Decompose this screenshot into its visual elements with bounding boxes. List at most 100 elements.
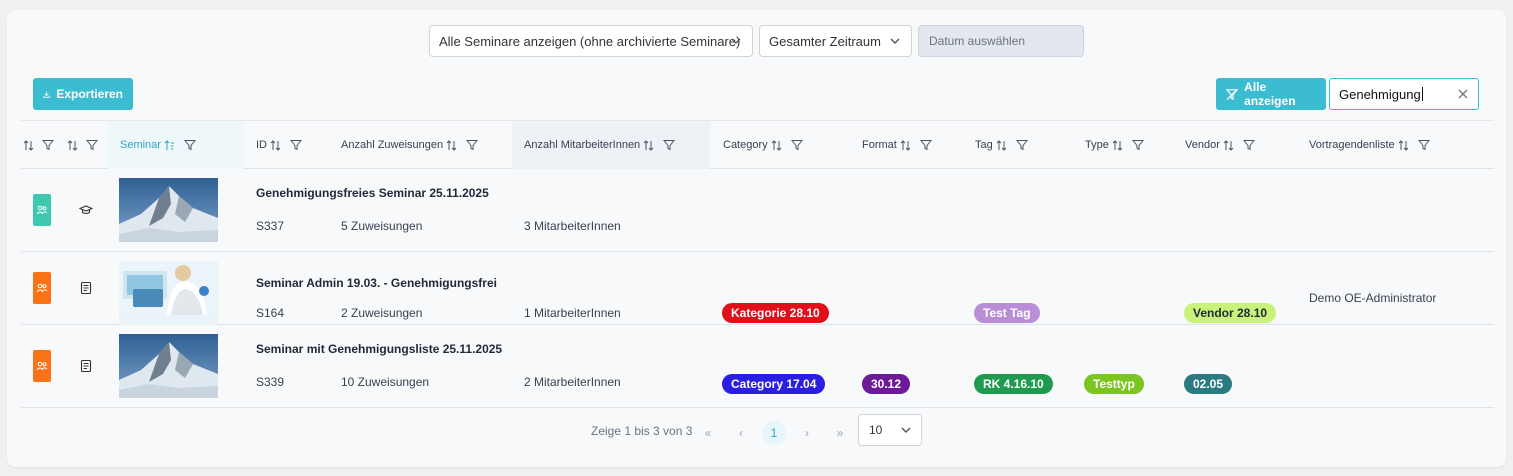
vendor-column-label: Vendor [1185, 139, 1220, 151]
status-indicator [33, 194, 51, 226]
format-column-header[interactable]: Format [862, 121, 932, 169]
seminar-image[interactable] [119, 334, 218, 398]
filter-icon[interactable] [919, 139, 932, 151]
filter-clear-icon [1226, 88, 1239, 100]
person-laptop-image [119, 261, 218, 315]
seminar-image[interactable] [119, 178, 218, 242]
search-input[interactable]: Genehmigung [1329, 78, 1479, 110]
table-row[interactable]: Seminar mit Genehmigungsliste 25.11.2025… [21, 325, 1494, 408]
users-icon [36, 283, 48, 293]
sort-icon[interactable] [446, 139, 457, 151]
seminar-image[interactable] [119, 261, 218, 325]
text-caret [1421, 87, 1423, 101]
sort-icon[interactable] [270, 139, 281, 151]
seminar-title[interactable]: Genehmigungsfreies Seminar 25.11.2025 [256, 186, 489, 200]
category-column-label: Category [723, 139, 768, 151]
vendor-column-header[interactable]: Vendor [1185, 121, 1255, 169]
format-badge[interactable]: 30.12 [862, 374, 911, 394]
type-column-header[interactable]: Type [1085, 121, 1144, 169]
assignments-count: 5 Zuweisungen [341, 219, 423, 233]
document-icon [80, 281, 92, 295]
seminar-filter-value: Alle Seminare anzeigen (ohne archivierte… [439, 33, 741, 49]
type-badge[interactable]: Testtyp [1084, 374, 1144, 394]
table-row[interactable]: Seminar Admin 19.03. - Genehmigungsfrei … [21, 252, 1494, 325]
type-icon-column-header[interactable] [67, 121, 107, 169]
seminar-list-card: Alle Seminare anzeigen (ohne archivierte… [7, 10, 1506, 467]
tag-column-header[interactable]: Tag [975, 121, 1028, 169]
employees-count: 1 MitarbeiterInnen [524, 306, 621, 320]
date-picker-input[interactable]: Datum auswählen [918, 25, 1084, 57]
prev-page-button[interactable]: ‹ [729, 421, 753, 445]
sort-icon[interactable] [67, 139, 78, 151]
status-column-header[interactable] [23, 121, 63, 169]
vendor-badge[interactable]: Vendor 28.10 [1184, 303, 1277, 323]
close-icon[interactable] [1456, 87, 1470, 101]
speakers-column-label: Vortragendenliste [1309, 139, 1395, 151]
last-page-button[interactable]: » [828, 421, 852, 445]
seminar-title[interactable]: Seminar Admin 19.03. - Genehmigungsfrei [256, 276, 497, 290]
chevron-down-icon [731, 38, 741, 44]
show-all-button[interactable]: Alle anzeigen [1216, 78, 1326, 110]
filter-icon[interactable] [183, 139, 196, 151]
speakers-column-header[interactable]: Vortragendenliste [1309, 121, 1430, 169]
format-column-label: Format [862, 139, 897, 151]
date-placeholder: Datum auswählen [929, 34, 1026, 48]
tag-badge[interactable]: Test Tag [974, 303, 1040, 323]
category-badge[interactable]: Kategorie 28.10 [722, 303, 829, 323]
sort-icon[interactable] [1112, 139, 1123, 151]
status-indicator [33, 272, 51, 304]
sort-icon[interactable] [643, 139, 654, 151]
filter-icon[interactable] [42, 139, 54, 151]
vendor-badge[interactable]: 02.05 [1184, 374, 1233, 394]
seminar-id: S337 [256, 219, 285, 233]
sort-icon[interactable] [771, 139, 782, 151]
sort-icon[interactable] [23, 139, 34, 151]
filter-icon[interactable] [1131, 139, 1144, 151]
table-row[interactable]: Genehmigungsfreies Seminar 25.11.2025 S3… [21, 169, 1494, 252]
assignments-column-header[interactable]: Anzahl Zuweisungen [341, 121, 479, 169]
chevron-down-icon [901, 427, 911, 433]
show-all-label: Alle anzeigen [1244, 80, 1296, 108]
status-indicator [33, 350, 51, 382]
filter-icon[interactable] [663, 139, 676, 151]
employees-column-header[interactable]: Anzahl MitarbeiterInnen [512, 121, 710, 169]
category-column-header[interactable]: Category [723, 121, 803, 169]
page-size-select[interactable]: 10 [858, 414, 922, 446]
graduation-cap-icon [79, 205, 93, 215]
category-badge[interactable]: Category 17.04 [722, 374, 826, 394]
search-value: Genehmigung [1339, 86, 1421, 102]
filter-icon[interactable] [1242, 139, 1255, 151]
period-filter-value: Gesamter Zeitraum [769, 33, 881, 49]
sort-icon[interactable] [900, 139, 911, 151]
filter-icon[interactable] [290, 139, 302, 151]
type-column-label: Type [1085, 139, 1109, 151]
sort-icon[interactable] [1398, 139, 1409, 151]
mountain-image [119, 334, 218, 398]
seminar-filter-select[interactable]: Alle Seminare anzeigen (ohne archivierte… [429, 25, 753, 57]
assignments-column-label: Anzahl Zuweisungen [341, 139, 444, 151]
next-page-button[interactable]: › [795, 421, 819, 445]
export-button[interactable]: Exportieren [33, 78, 133, 110]
seminar-column-header[interactable]: Seminar [108, 121, 243, 169]
document-icon [80, 359, 92, 373]
seminar-title[interactable]: Seminar mit Genehmigungsliste 25.11.2025 [256, 342, 502, 356]
id-column-header[interactable]: ID [256, 121, 302, 169]
filter-icon[interactable] [466, 139, 479, 151]
filter-icon[interactable] [86, 139, 98, 151]
sort-icon[interactable] [1223, 139, 1234, 151]
users-icon [36, 361, 48, 371]
employees-count: 2 MitarbeiterInnen [524, 375, 621, 389]
first-page-button[interactable]: « [696, 421, 720, 445]
seminar-column-label: Seminar [120, 139, 161, 151]
filter-icon[interactable] [790, 139, 803, 151]
page-1-button[interactable]: 1 [762, 421, 786, 445]
sort-icon[interactable] [996, 139, 1007, 151]
period-filter-select[interactable]: Gesamter Zeitraum [759, 25, 912, 57]
filter-icon[interactable] [1417, 139, 1430, 151]
seminar-id: S339 [256, 375, 285, 389]
tag-badge[interactable]: RK 4.16.10 [974, 374, 1053, 394]
filter-icon[interactable] [1015, 139, 1028, 151]
sort-asc-icon[interactable] [164, 139, 175, 151]
users-icon [36, 205, 48, 215]
speakers-list: Demo OE-Administrator [1309, 291, 1437, 305]
